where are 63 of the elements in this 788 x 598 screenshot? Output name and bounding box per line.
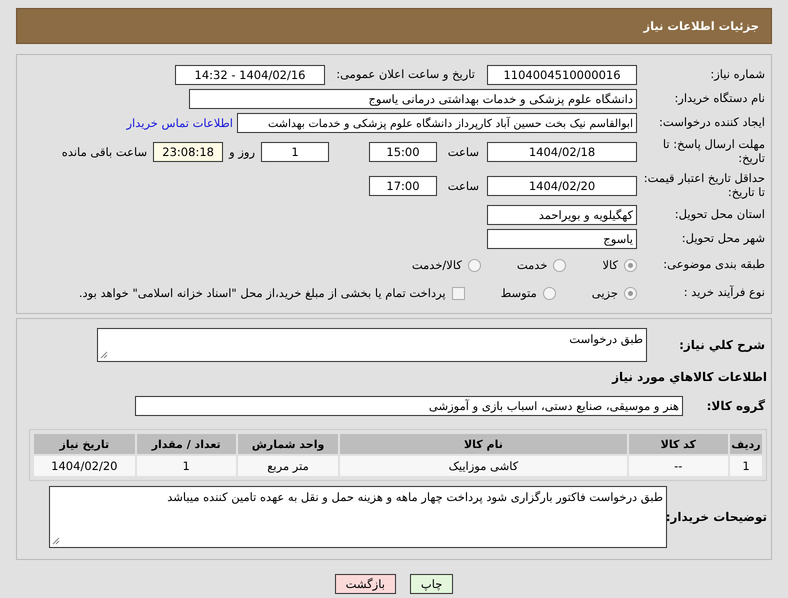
field-label: توضیحات خریدار: xyxy=(667,510,767,524)
column-header: ردیف xyxy=(730,434,762,454)
radio-label: کالا/خدمت xyxy=(412,258,462,272)
goods-group-field: هنر و موسیقی، صنایع دستی، اسباب بازی و آموزشی xyxy=(135,396,683,416)
requester-field: ابوالقاسم نیک بخت حسین آباد کارپرداز دانشگاه علوم پزشکی و خدمات بهداشت xyxy=(237,113,637,133)
field-label: نوع فرآیند خرید : xyxy=(682,286,765,300)
treasury-payment-text: پرداخت تمام یا بخشی از مبلغ خرید،از محل "اسناد خزانه اسلامی" خواهد بود. xyxy=(78,286,446,300)
radio-label: جزیی xyxy=(592,286,618,300)
table-cell: 1 xyxy=(730,456,762,476)
table-cell: 1 xyxy=(136,456,236,476)
deadline-time-field: 15:00 xyxy=(369,142,437,162)
column-header: تاریخ نیاز xyxy=(34,434,135,454)
validity-date-field: 1404/02/20 xyxy=(487,176,637,196)
field-label: حداقل تاریخ اعتبار قیمت: تا تاریخ: xyxy=(642,172,765,200)
remaining-label: ساعت باقی مانده xyxy=(62,145,148,159)
buyer-org-field: دانشگاه علوم پزشکی و خدمات بهداشتی درمانی یاسوج xyxy=(189,89,637,109)
province-field: کهگیلویه و بویراحمد xyxy=(487,205,637,225)
resize-grip-icon[interactable] xyxy=(52,537,60,545)
days-field: 1 xyxy=(261,142,329,162)
buyer-notes-textarea[interactable]: طبق درخواست فاکتور بارگزاری شود پرداخت چهار ماهه و هزینه حمل و نقل به عهده تامین کننده میباشد xyxy=(49,486,667,548)
buyer-contact-link[interactable]: اطلاعات تماس خریدار xyxy=(126,116,233,130)
time-label: ساعت xyxy=(446,179,479,193)
table-cell: متر مربع xyxy=(238,456,338,476)
announce-date-field: 1404/02/16 - 14:32 xyxy=(175,65,325,85)
column-header: واحد شمارش xyxy=(238,434,338,454)
field-label: طبقه بندی موضوعی: xyxy=(662,258,765,272)
column-header: کد کالا xyxy=(628,434,728,454)
radio-button[interactable] xyxy=(553,258,566,272)
table-cell: کاشی موزاییک xyxy=(340,456,627,476)
radio-button[interactable] xyxy=(624,258,637,272)
radio-label: کالا xyxy=(602,258,618,272)
section-title: اطلاعات کالاهاي مورد نياز xyxy=(612,370,767,384)
field-label: استان محل تحویل: xyxy=(674,208,765,222)
field-label: مهلت ارسال پاسخ: تا تاریخ: xyxy=(662,138,765,166)
page-title: جزئیات اطلاعات نیاز xyxy=(643,19,759,33)
field-label: شرح کلي نياز: xyxy=(678,338,766,352)
column-header: تعداد / مقدار xyxy=(136,434,236,454)
time-label: ساعت xyxy=(446,145,479,159)
checkbox[interactable] xyxy=(452,286,465,300)
deadline-date-field: 1404/02/18 xyxy=(487,142,637,162)
field-label: شماره نیاز: xyxy=(709,68,765,82)
field-label: شهر محل تحویل: xyxy=(680,232,765,246)
radio-button[interactable] xyxy=(624,286,637,300)
print-button[interactable]: چاپ xyxy=(410,574,454,594)
back-button[interactable]: بازگشت xyxy=(334,574,396,594)
remaining-time-field: 23:08:18 xyxy=(153,142,224,162)
table-cell: -- xyxy=(628,456,728,476)
column-header: نام کالا xyxy=(340,434,627,454)
field-label: گروه کالا: xyxy=(706,398,766,414)
field-label: ایجاد کننده درخواست: xyxy=(658,116,765,130)
radio-button[interactable] xyxy=(542,286,556,300)
radio-label: خدمت xyxy=(516,258,548,272)
validity-time-field: 17:00 xyxy=(369,176,437,196)
table-cell: 1404/02/20 xyxy=(34,456,135,476)
summary-textarea[interactable]: طبق درخواست xyxy=(97,328,647,362)
radio-label: متوسط xyxy=(500,286,537,300)
city-field: یاسوج xyxy=(487,229,637,249)
radio-button[interactable] xyxy=(468,258,481,272)
need-number-field: 1104004510000016 xyxy=(487,65,637,85)
field-label: تاریخ و ساعت اعلان عمومی: xyxy=(335,68,475,82)
days-label: روز و xyxy=(229,145,255,159)
field-label: نام دستگاه خریدار: xyxy=(673,92,765,106)
resize-grip-icon[interactable] xyxy=(100,351,108,359)
